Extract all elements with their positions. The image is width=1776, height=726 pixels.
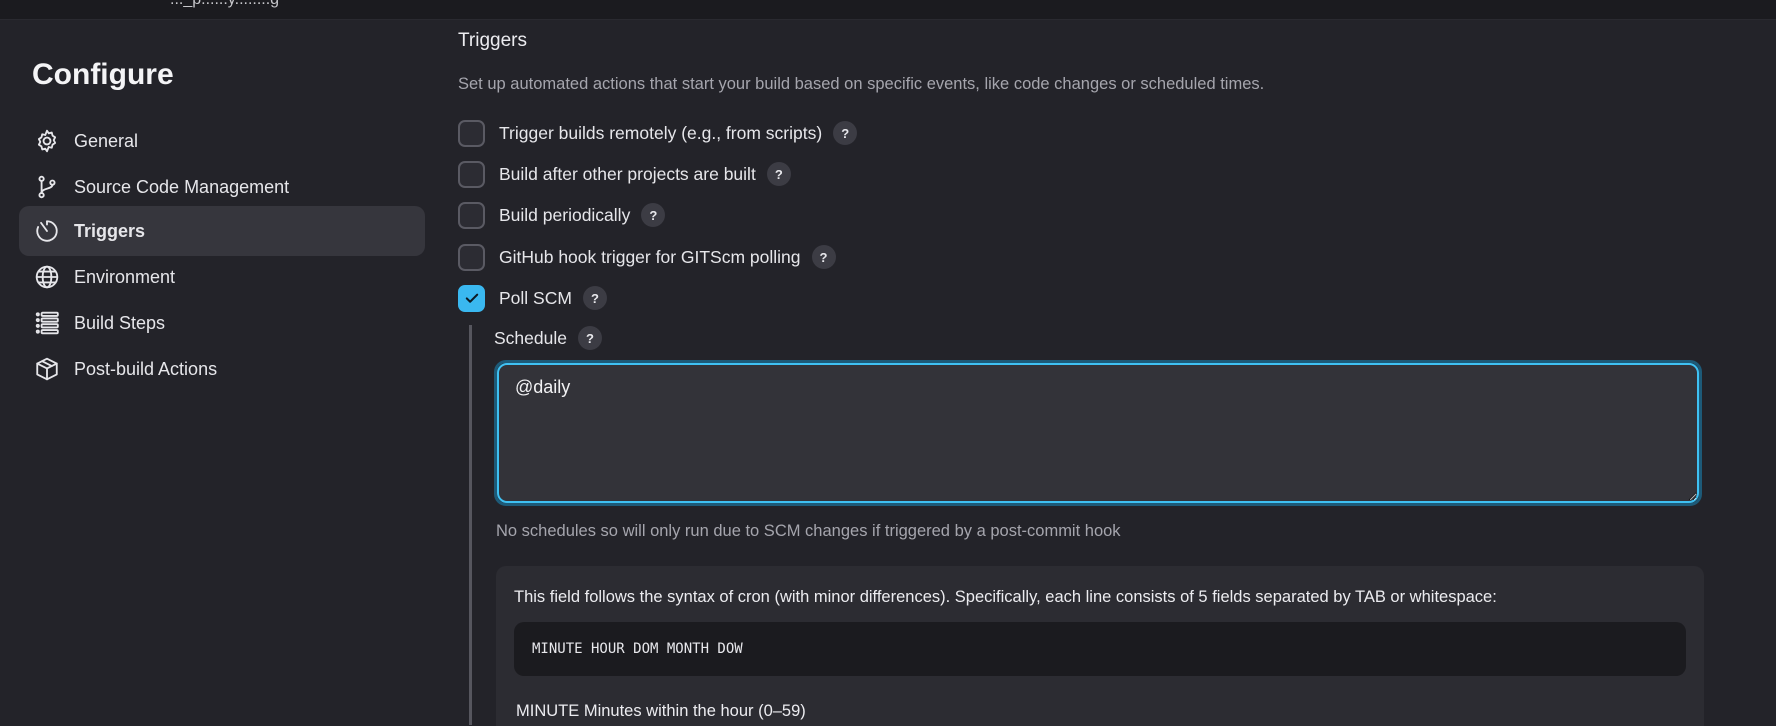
top-bar: ..._p......y........g [0, 0, 1776, 20]
checkmark-icon [465, 293, 478, 303]
nested-section-divider [469, 325, 472, 725]
schedule-hint: No schedules so will only run due to SCM… [496, 522, 1121, 540]
help-icon[interactable]: ? [641, 203, 666, 227]
trigger-option-poll-scm: Poll SCM ? [458, 284, 607, 312]
sidebar-item-label: Triggers [74, 220, 146, 241]
trigger-option-github-hook: GitHub hook trigger for GITScm polling ? [458, 243, 836, 271]
sidebar-item-triggers[interactable]: Triggers [19, 206, 425, 256]
sidebar-item-label: Source Code Management [74, 176, 290, 197]
help-icon[interactable]: ? [577, 326, 602, 350]
schedule-field-focus-ring [494, 360, 1702, 506]
sidebar-item-label: General [74, 130, 139, 151]
build-periodically-checkbox[interactable] [458, 201, 485, 229]
sidebar-item-post-build-actions[interactable]: Post-build Actions [19, 344, 425, 394]
cron-help-box: This field follows the syntax of cron (w… [496, 566, 1704, 726]
schedule-textarea[interactable] [497, 363, 1699, 503]
build-after-other-projects-checkbox[interactable] [458, 160, 485, 188]
trigger-option-after-other-projects: Build after other projects are built ? [458, 160, 791, 188]
section-description: Set up automated actions that start your… [458, 75, 1265, 93]
sidebar-item-label: Build Steps [74, 312, 166, 333]
section-title: Triggers [458, 30, 527, 51]
list-icon [34, 310, 60, 336]
cron-minute-description: MINUTE Minutes within the hour (0–59) [516, 702, 806, 720]
cron-help-text: This field follows the syntax of cron (w… [514, 588, 1497, 606]
trigger-option-remote: Trigger builds remotely (e.g., from scri… [458, 119, 858, 147]
help-icon[interactable]: ? [811, 245, 836, 269]
main-content: Triggers Set up automated actions that s… [458, 20, 1758, 726]
help-icon[interactable]: ? [766, 162, 791, 186]
option-label: Poll SCM [499, 287, 572, 308]
schedule-label-row: Schedule ? [494, 326, 602, 350]
cron-syntax-code: MINUTE HOUR DOM MONTH DOW [514, 622, 1686, 676]
poll-scm-checkbox[interactable] [458, 284, 485, 312]
package-icon [34, 356, 60, 382]
option-label: Build after other projects are built [499, 163, 756, 184]
sidebar: Configure General Source Code Management… [0, 20, 440, 706]
github-hook-checkbox[interactable] [458, 243, 485, 271]
option-label: Trigger builds remotely (e.g., from scri… [499, 122, 823, 143]
trigger-option-periodically: Build periodically ? [458, 201, 666, 229]
gear-icon [34, 128, 60, 154]
globe-icon [34, 264, 60, 290]
sidebar-item-source-code-management[interactable]: Source Code Management [19, 162, 425, 212]
sidebar-item-label: Post-build Actions [74, 358, 218, 379]
help-icon[interactable]: ? [582, 286, 607, 310]
page-title: Configure [32, 58, 174, 91]
trigger-remote-checkbox[interactable] [458, 119, 485, 147]
sidebar-item-build-steps[interactable]: Build Steps [19, 298, 425, 348]
git-branch-icon [34, 174, 60, 200]
timer-icon [34, 218, 60, 244]
option-label: Build periodically [499, 204, 631, 225]
sidebar-item-label: Environment [74, 266, 176, 287]
sidebar-item-general[interactable]: General [19, 116, 425, 166]
sidebar-item-environment[interactable]: Environment [19, 252, 425, 302]
schedule-label: Schedule [494, 327, 567, 348]
option-label: GitHub hook trigger for GITScm polling [499, 246, 801, 267]
help-icon[interactable]: ? [833, 121, 858, 145]
breadcrumb: ..._p......y........g [170, 0, 279, 9]
